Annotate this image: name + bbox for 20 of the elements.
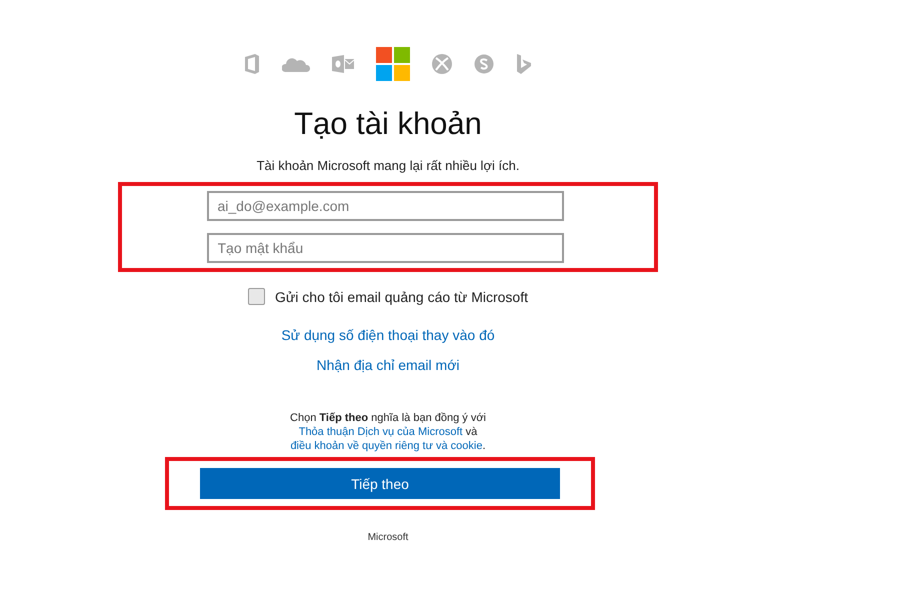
four-squares-icon	[376, 47, 410, 81]
ball-icon	[432, 54, 452, 74]
document-icon	[244, 54, 260, 74]
cloud-icon	[282, 56, 310, 72]
link[interactable]: Sử dụng số điện thoại thay vào đó	[281, 327, 495, 343]
terms-text: Chọn Tiếp theo nghĩa là bạn đồng ý với Thỏa thuận Dịch vụ của Microsoft và điều khoản về quyền riêng tư và cookie.	[289, 411, 487, 453]
mail-icon	[332, 55, 354, 73]
page-title: Tạo tài khoản	[294, 106, 482, 142]
b-shape-icon	[516, 54, 532, 74]
next-button[interactable]: Tiếp theo	[200, 468, 560, 499]
s-circle-icon	[474, 54, 494, 74]
checkbox-label: Gửi cho tôi email quảng cáo từ Microsoft	[275, 288, 528, 304]
subtitle: Tài khoản Microsoft mang lại rất nhiều lợi ích.	[256, 158, 520, 173]
link[interactable]: Nhận địa chỉ email mới	[316, 357, 460, 373]
link[interactable]: điều khoản về quyền riêng tư và cookie	[290, 440, 482, 452]
password-field[interactable]: Tạo mật khẩu	[206, 233, 564, 263]
email-field[interactable]: ai_do@example.com	[206, 191, 564, 221]
link[interactable]: Thỏa thuận Dịch vụ của Microsoft	[298, 426, 463, 438]
checkbox[interactable]	[248, 288, 266, 305]
footer-text: Microsoft	[368, 532, 408, 543]
